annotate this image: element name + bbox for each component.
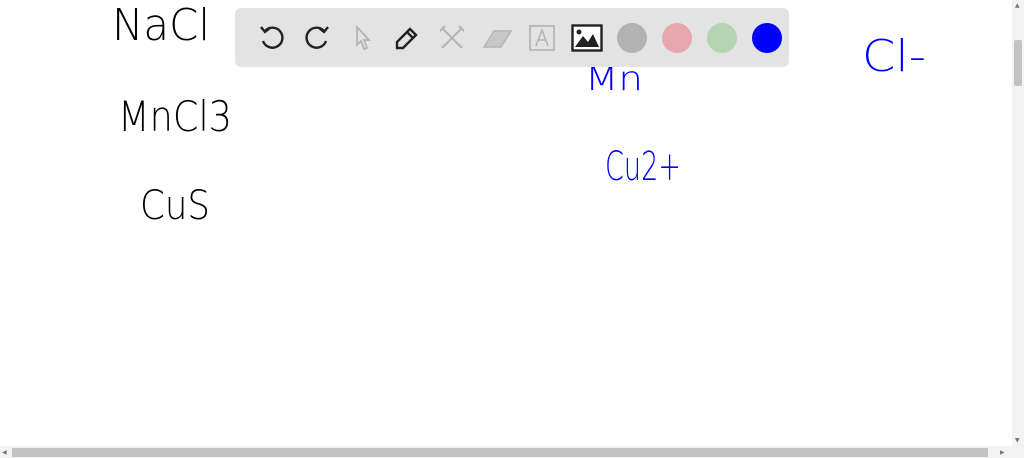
color-green-button[interactable] <box>699 18 744 58</box>
vertical-scrollbar[interactable]: ▲ ▼ <box>1012 0 1024 446</box>
tools-icon <box>438 24 465 49</box>
handwriting-nacl: NaCl <box>112 0 210 51</box>
color-gray-button[interactable] <box>609 18 654 58</box>
select-button[interactable] <box>339 18 384 58</box>
handwriting-cl-minus: Cl- <box>862 31 926 82</box>
handwriting-cu2plus: Cu2+ <box>605 144 681 190</box>
scroll-down-arrow-icon[interactable]: ▼ <box>1015 437 1020 444</box>
undo-icon <box>259 25 284 49</box>
vertical-scrollbar-thumb[interactable] <box>1014 40 1022 86</box>
undo-button[interactable] <box>249 18 294 58</box>
redo-icon <box>304 25 329 49</box>
pen-icon <box>395 26 418 49</box>
pen-button[interactable] <box>384 18 429 58</box>
image-icon <box>570 23 603 52</box>
color-swatch-blue <box>751 22 782 53</box>
eraser-icon <box>482 29 512 48</box>
color-swatch-green <box>706 22 737 53</box>
redo-button[interactable] <box>294 18 339 58</box>
color-swatch-pink <box>661 22 692 53</box>
select-pointer-icon <box>355 24 371 50</box>
handwriting-mncl3: MnCl3 <box>118 92 232 141</box>
text-icon <box>528 24 555 51</box>
horizontal-scrollbar-thumb[interactable] <box>12 448 988 457</box>
color-pink-button[interactable] <box>654 18 699 58</box>
horizontal-scrollbar[interactable]: ◀ ▶ <box>0 446 1024 458</box>
tools-button[interactable] <box>429 18 474 58</box>
text-button[interactable] <box>519 18 564 58</box>
scroll-left-arrow-icon[interactable]: ◀ <box>2 449 7 456</box>
scroll-right-arrow-icon[interactable]: ▶ <box>1000 449 1005 456</box>
eraser-button[interactable] <box>474 18 519 58</box>
color-swatch-gray <box>616 22 647 53</box>
drawing-toolbar <box>235 8 789 67</box>
image-button[interactable] <box>564 18 609 58</box>
scroll-up-arrow-icon[interactable]: ▲ <box>1015 2 1020 9</box>
handwriting-cus: CuS <box>140 183 210 229</box>
color-blue-button[interactable] <box>744 18 789 58</box>
